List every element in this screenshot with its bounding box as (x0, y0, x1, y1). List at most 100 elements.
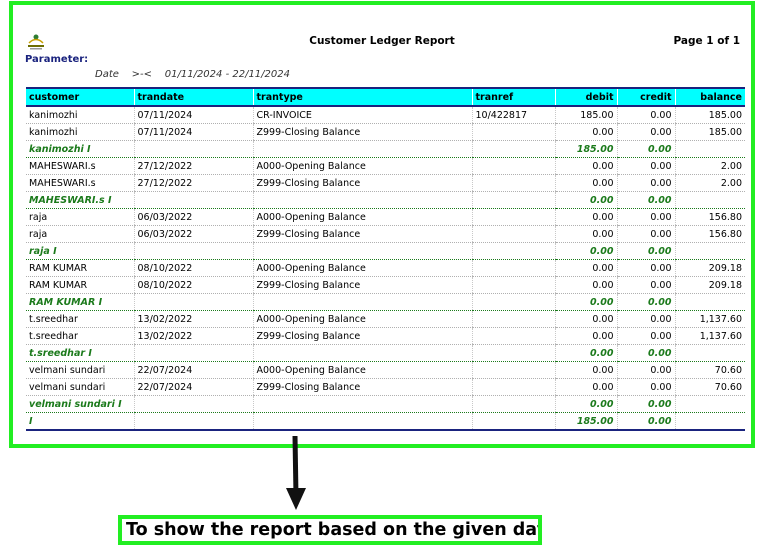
cell-credit: 0.00 (616, 259, 675, 277)
cell-trantype: A000-Opening Balance (252, 157, 472, 175)
cell-balance (674, 191, 745, 209)
table-row: t.sreedhar 13/02/2022 Z999-Closing Balance… (26, 327, 745, 345)
cell-customer: kanimozhi (26, 123, 134, 141)
cell-balance (674, 395, 745, 413)
cell-trandate (133, 191, 253, 209)
cell-balance (674, 412, 745, 431)
cell-tranref (471, 259, 555, 277)
subtotal-row: MAHESWARI.s I 0.00 0.00 (26, 191, 745, 209)
cell-trandate: 22/07/2024 (133, 378, 253, 396)
cell-trantype: Z999-Closing Balance (252, 327, 472, 345)
report-title: Customer Ledger Report (309, 35, 455, 47)
cell-customer: MAHESWARI.s I (26, 191, 134, 209)
cell-customer: MAHESWARI.s (26, 174, 134, 192)
subtotal-row: I 185.00 0.00 (26, 412, 745, 431)
cell-trandate: 22/07/2024 (133, 361, 253, 379)
cell-tranref (471, 276, 555, 294)
cell-balance: 209.18 (674, 259, 745, 277)
cell-trantype: A000-Opening Balance (252, 208, 472, 226)
cell-tranref (471, 344, 555, 362)
cell-trandate: 08/10/2022 (133, 259, 253, 277)
cell-customer: raja (26, 225, 134, 243)
cell-trandate: 08/10/2022 (133, 276, 253, 294)
cell-debit: 185.00 (554, 412, 617, 431)
cell-debit: 0.00 (554, 259, 617, 277)
cell-credit: 0.00 (616, 191, 675, 209)
subtotal-row: kanimozhi I 185.00 0.00 (26, 140, 745, 158)
cell-trantype (252, 242, 472, 260)
cell-trantype (252, 191, 472, 209)
cell-debit: 0.00 (554, 174, 617, 192)
cell-tranref (471, 157, 555, 175)
report-frame: Customer Ledger Report Page 1 of 1 Param… (9, 1, 755, 448)
cell-credit: 0.00 (616, 174, 675, 192)
cell-trandate (133, 344, 253, 362)
cell-customer: RAM KUMAR I (26, 293, 134, 311)
cell-debit: 0.00 (554, 208, 617, 226)
column-header-balance: balance (674, 87, 745, 107)
cell-trandate: 06/03/2022 (133, 208, 253, 226)
cell-customer: t.sreedhar I (26, 344, 134, 362)
annotation-caption: To show the report based on the given da… (118, 515, 542, 545)
cell-customer: I (26, 412, 134, 431)
table-row: t.sreedhar 13/02/2022 A000-Opening Balance… (26, 310, 745, 328)
table-row: RAM KUMAR 08/10/2022 A000-Opening Balance 0… (26, 259, 745, 277)
cell-trandate: 07/11/2024 (133, 106, 253, 124)
cell-trandate (133, 140, 253, 158)
cell-balance: 209.18 (674, 276, 745, 294)
cell-trandate: 27/12/2022 (133, 157, 253, 175)
cell-customer: kanimozhi I (26, 140, 134, 158)
cell-customer: velmani sundari I (26, 395, 134, 413)
subtotal-row: raja I 0.00 0.00 (26, 242, 745, 260)
cell-credit: 0.00 (616, 395, 675, 413)
cell-customer: raja I (26, 242, 134, 260)
table-row: MAHESWARI.s 27/12/2022 Z999-Closing Balanc… (26, 174, 745, 192)
cell-customer: t.sreedhar (26, 310, 134, 328)
table-row: velmani sundari 22/07/2024 Z999-Closing Ba… (26, 378, 745, 396)
table-row: raja 06/03/2022 Z999-Closing Balance 0.00 0.… (26, 225, 745, 243)
cell-balance (674, 242, 745, 260)
cell-credit: 0.00 (616, 106, 675, 124)
table-row: kanimozhi 07/11/2024 Z999-Closing Balance 0… (26, 123, 745, 141)
cell-trandate: 13/02/2022 (133, 327, 253, 345)
table-header-row: customer trandate trantype tranref debit… (26, 87, 745, 107)
cell-credit: 0.00 (616, 123, 675, 141)
cell-tranref (471, 412, 555, 431)
cell-balance: 1,137.60 (674, 310, 745, 328)
arrow-down-icon (286, 436, 306, 510)
cell-credit: 0.00 (616, 208, 675, 226)
cell-debit: 0.00 (554, 378, 617, 396)
cell-customer: t.sreedhar (26, 327, 134, 345)
cell-debit: 0.00 (554, 276, 617, 294)
cell-tranref (471, 395, 555, 413)
cell-credit: 0.00 (616, 293, 675, 311)
cell-trandate: 07/11/2024 (133, 123, 253, 141)
cell-tranref (471, 310, 555, 328)
cell-customer: MAHESWARI.s (26, 157, 134, 175)
cell-debit: 0.00 (554, 123, 617, 141)
cell-customer: velmani sundari (26, 378, 134, 396)
parameter-label: Parameter: (25, 54, 89, 65)
cell-debit: 0.00 (554, 361, 617, 379)
cell-trantype (252, 140, 472, 158)
table-row: kanimozhi 07/11/2024 CR-INVOICE 10/422817 18… (26, 106, 745, 124)
table-row: raja 06/03/2022 A000-Opening Balance 0.00 0.… (26, 208, 745, 226)
cell-balance: 70.60 (674, 361, 745, 379)
cell-tranref (471, 208, 555, 226)
cell-trantype: Z999-Closing Balance (252, 276, 472, 294)
cell-tranref (471, 378, 555, 396)
cell-customer: RAM KUMAR (26, 259, 134, 277)
cell-debit: 0.00 (554, 225, 617, 243)
cell-balance: 185.00 (674, 123, 745, 141)
cell-customer: kanimozhi (26, 106, 134, 124)
cell-tranref: 10/422817 (471, 106, 555, 124)
date-parameter: Date >-< 01/11/2024 - 22/11/2024 (95, 69, 290, 80)
cell-credit: 0.00 (616, 310, 675, 328)
subtotal-row: t.sreedhar I 0.00 0.00 (26, 344, 745, 362)
cell-balance (674, 293, 745, 311)
cell-credit: 0.00 (616, 344, 675, 362)
cell-credit: 0.00 (616, 242, 675, 260)
param-name: Date (95, 69, 119, 80)
column-header-credit: credit (616, 87, 675, 107)
table-row: MAHESWARI.s 27/12/2022 A000-Opening Balanc… (26, 157, 745, 175)
